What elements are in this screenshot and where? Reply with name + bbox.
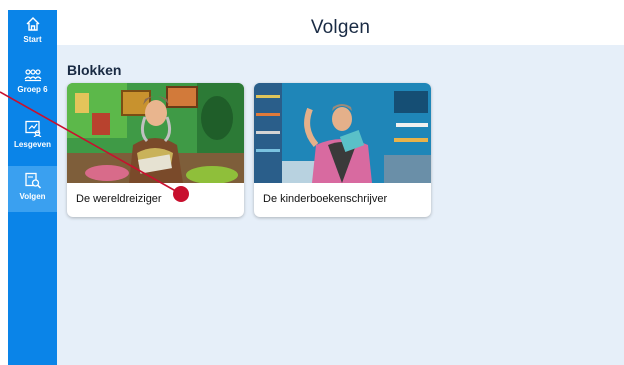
header: Volgen <box>57 10 624 45</box>
block-card-title: De wereldreiziger <box>76 193 162 205</box>
sidebar-item-label: Groep 6 <box>17 85 48 94</box>
sidebar-item-volgen[interactable]: Volgen <box>8 166 57 212</box>
search-doc-icon <box>24 172 41 189</box>
group-icon <box>24 69 41 82</box>
sidebar-item-label: Lesgeven <box>14 140 51 149</box>
sidebar-item-start[interactable]: Start <box>8 10 57 56</box>
block-card-wereldreiziger[interactable]: De wereldreiziger <box>67 83 244 217</box>
block-card-title: De kinderboekenschrijver <box>263 193 388 205</box>
sidebar-item-label: Start <box>23 35 42 44</box>
block-thumbnail-image <box>254 83 431 183</box>
block-thumbnail-image <box>67 83 244 183</box>
sidebar: Start Groep 6 Lesgeven Volgen <box>8 10 57 365</box>
board-icon <box>24 120 41 137</box>
home-icon <box>26 17 39 31</box>
page-title: Volgen <box>310 17 371 38</box>
sidebar-item-label: Volgen <box>19 192 46 201</box>
section-heading: Blokken <box>67 62 122 78</box>
block-card-kinderboekenschrijver[interactable]: De kinderboekenschrijver <box>254 83 431 217</box>
sidebar-item-lesgeven[interactable]: Lesgeven <box>8 114 57 160</box>
sidebar-item-groep[interactable]: Groep 6 <box>8 62 57 108</box>
main-content: Blokken De wereldreiziger De kinderboeke… <box>57 45 624 365</box>
